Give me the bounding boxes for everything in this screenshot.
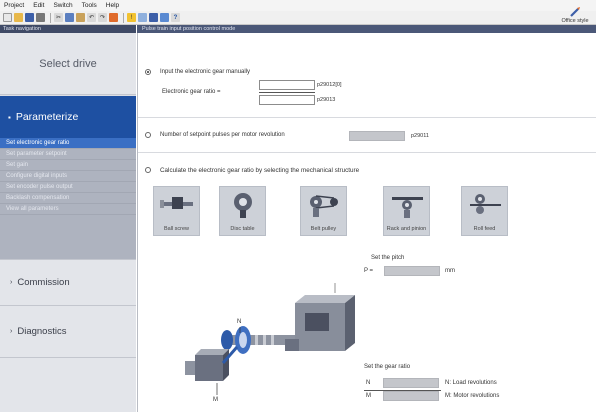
load-revolutions-label: N: Load revolutions (445, 380, 497, 386)
pen-icon[interactable] (109, 13, 118, 22)
mech-rack-and-pinion-button[interactable]: Rack and pinion (383, 186, 430, 236)
menu-help[interactable]: Help (106, 2, 119, 9)
pitch-unit: mm (445, 268, 455, 274)
gear-ratio-title: Set the gear ratio (364, 364, 411, 370)
sub-item-backlash-compensation[interactable]: Backlash compensation (0, 193, 136, 204)
undo-icon[interactable]: ↶ (87, 13, 96, 22)
menu-bar: Project Edit Switch Tools Help (0, 0, 596, 11)
open-icon[interactable] (14, 13, 23, 22)
mech-belt-pulley-button[interactable]: Belt pulley (300, 186, 347, 236)
disc-table-icon (234, 193, 252, 218)
office-style-button[interactable]: Office style (556, 0, 594, 25)
collapsed-arrow-icon: › (10, 279, 13, 286)
mech-disc-table-button[interactable]: Disc table (219, 186, 266, 236)
mech-belt-pulley-label: Belt pulley (310, 226, 337, 232)
main-panel-header: Pulse train input position control mode (137, 25, 596, 33)
load-revolutions-input[interactable] (383, 378, 439, 388)
mech-ball-screw-button[interactable]: Ball screw (153, 186, 200, 236)
nav-empty-area (0, 358, 136, 412)
ball-screw-icon (160, 197, 193, 209)
pitch-input[interactable] (384, 266, 440, 276)
sub-item-set-electronic-gear-ratio[interactable]: Set electronic gear ratio (0, 138, 136, 149)
param-p29011: p29011 (411, 133, 429, 139)
divider (138, 152, 596, 153)
radio-setpoint-pulses[interactable] (145, 132, 151, 138)
gear-numerator-input[interactable] (259, 80, 315, 90)
task-navigation-header: Task navigation (0, 25, 136, 33)
sub-item-set-parameter-setpoint[interactable]: Set parameter setpoint (0, 149, 136, 160)
option-manual-gear-label: Input the electronic gear manually (160, 69, 251, 75)
office-style-label: Office style (561, 18, 589, 24)
diagram-load-label: N (237, 319, 241, 325)
diagram-motor-label: M (213, 397, 218, 403)
monitor-icon[interactable] (149, 13, 158, 22)
menu-switch[interactable]: Switch (53, 2, 72, 9)
rack-and-pinion-icon (392, 197, 423, 218)
load-prefix: N (366, 380, 371, 386)
sub-item-set-gain[interactable]: Set gain (0, 160, 136, 171)
chart-icon[interactable] (160, 13, 169, 22)
param-p29013: p29013 (317, 97, 336, 103)
mech-disc-table-label: Disc table (230, 226, 255, 232)
fraction-line (259, 92, 315, 93)
office-style-icon (570, 7, 580, 17)
nav-commission[interactable]: › Commission (0, 259, 136, 306)
mech-ball-screw-label: Ball screw (163, 226, 190, 232)
motor-revolutions-input[interactable] (383, 391, 439, 401)
main-panel: Input the electronic gear manually Elect… (137, 33, 596, 412)
cut-icon[interactable]: ✂ (54, 13, 63, 22)
new-icon[interactable] (3, 13, 12, 22)
menu-project[interactable]: Project (4, 2, 24, 9)
toolbar-separator (50, 12, 51, 23)
copy-icon[interactable] (65, 13, 74, 22)
option-mechanical-structure-label: Calculate the electronic gear ratio by s… (160, 167, 360, 174)
roll-feed-icon (470, 194, 501, 214)
nav-parameterize[interactable]: ▪ Parameterize (0, 96, 136, 138)
setpoint-pulses-input[interactable] (349, 131, 405, 141)
nav-diagnostics[interactable]: › Diagnostics (0, 306, 136, 358)
nav-commission-label: Commission (17, 277, 70, 288)
pitch-prefix: P = (364, 268, 374, 274)
parameterize-subitems: Set electronic gear ratio Set parameter … (0, 138, 136, 259)
mech-roll-feed-label: Roll feed (473, 226, 496, 232)
redo-icon[interactable]: ↷ (98, 13, 107, 22)
task-navigation: Select drive ▪ Parameterize Set electron… (0, 33, 136, 412)
table-icon[interactable] (138, 13, 147, 22)
expanded-arrow-icon: ▪ (8, 112, 11, 122)
toolbar-separator (123, 12, 124, 23)
warning-icon[interactable]: ! (127, 13, 136, 22)
radio-mechanical-structure[interactable] (145, 167, 151, 173)
nav-select-drive[interactable]: Select drive (0, 33, 136, 95)
pitch-title: Set the pitch (371, 255, 405, 261)
radio-manual-gear[interactable] (145, 69, 151, 75)
menu-edit[interactable]: Edit (33, 2, 44, 9)
mech-roll-feed-button[interactable]: Roll feed (461, 186, 508, 236)
divider (138, 117, 596, 118)
save-icon[interactable] (25, 13, 34, 22)
ball-screw-diagram: N M (185, 283, 355, 403)
collapsed-arrow-icon: › (10, 328, 13, 335)
gear-denominator-input[interactable] (259, 95, 315, 105)
help-icon[interactable]: ? (171, 13, 180, 22)
mech-rack-and-pinion-label: Rack and pinion (386, 226, 427, 232)
toolbar: ✂ ↶ ↷ ! ? (0, 11, 596, 25)
paste-icon[interactable] (76, 13, 85, 22)
gear-ratio-label: Electronic gear ratio = (162, 89, 221, 95)
motor-prefix: M (366, 393, 371, 399)
sub-item-set-encoder-pulse-output[interactable]: Set encoder pulse output (0, 182, 136, 193)
menu-tools[interactable]: Tools (82, 2, 97, 9)
print-icon[interactable] (36, 13, 45, 22)
option-setpoint-pulses-label: Number of setpoint pulses per motor revo… (160, 132, 285, 138)
nav-parameterize-label: Parameterize (15, 111, 79, 123)
sub-item-configure-digital-inputs[interactable]: Configure digital inputs (0, 171, 136, 182)
motor-revolutions-label: M: Motor revolutions (445, 393, 500, 399)
belt-pulley-icon (310, 195, 338, 217)
param-p29012: p29012[0] (317, 82, 342, 88)
nav-diagnostics-label: Diagnostics (17, 326, 67, 337)
sub-item-view-all-parameters[interactable]: View all parameters (0, 204, 136, 215)
